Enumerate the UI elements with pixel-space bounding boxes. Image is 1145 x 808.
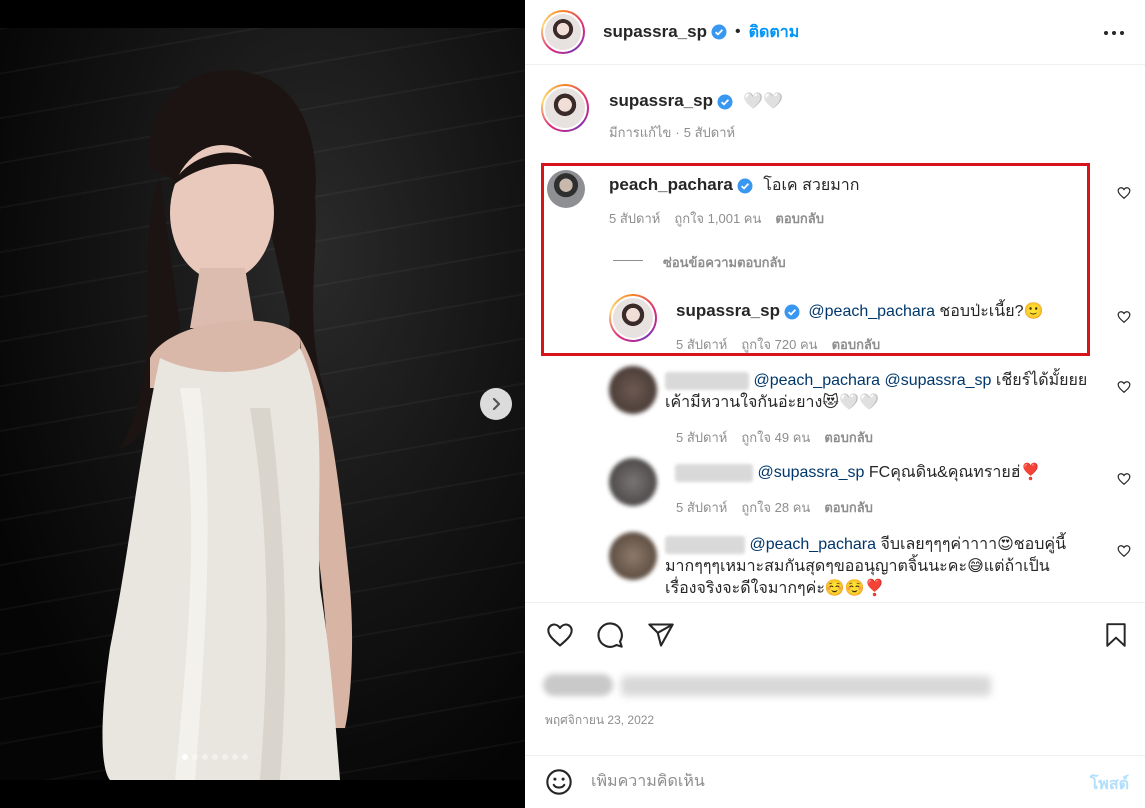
heart-icon[interactable] [1117, 544, 1131, 558]
post-caption: supassra_sp 🤍🤍 มีการแก้ไข · 5 สัปดาห์ [525, 84, 1145, 144]
author-avatar[interactable] [541, 10, 585, 54]
heart-icon[interactable] [1117, 472, 1131, 486]
reply-item: @peach_pachara @supassra_sp เชียร์ได้มั้… [525, 366, 1145, 446]
caption-text: 🤍🤍 [743, 93, 784, 110]
reply-time[interactable]: 5 สัปดาห์ [676, 430, 727, 445]
reply-item: @peach_pachara จีบเลยๆๆๆค่าาาา😍ชอบคู่นี้… [525, 532, 1145, 602]
carousel-dot [202, 754, 208, 760]
carousel-dot [222, 754, 228, 760]
reply-likes[interactable]: ถูกใจ 28 คน [741, 500, 810, 515]
caption-time[interactable]: 5 สัปดาห์ [684, 125, 735, 140]
reply-item: @supassra_sp FCคุณดิน&คุณทรายฮ่❣️ 5 สัปด… [525, 458, 1145, 518]
reply-text: FCคุณดิน&คุณทรายฮ่❣️ [864, 464, 1041, 481]
heart-icon[interactable] [1117, 380, 1131, 394]
author-username[interactable]: supassra_sp [603, 22, 707, 42]
reply-text-line2: มากๆๆๆเหมาะสมกันสุดๆขออนุญาตจิ้นนะคะ😅แต่… [665, 558, 1050, 575]
reply-mention[interactable]: @peach_pachara @supassra_sp [753, 372, 991, 389]
carousel-dot [232, 754, 238, 760]
comments-list: supassra_sp 🤍🤍 มีการแก้ไข · 5 สัปดาห์ peac… [525, 66, 1145, 602]
header-separator: • [734, 23, 741, 40]
carousel-dot [242, 754, 248, 760]
reply-avatar[interactable] [609, 366, 657, 414]
chevron-right-icon [492, 397, 501, 411]
photo-woman-in-white-dress [102, 69, 353, 780]
heart-icon[interactable] [1117, 186, 1131, 200]
blurred-username[interactable] [675, 463, 753, 482]
highlight-box [541, 163, 1090, 356]
post-date[interactable]: พฤศจิกายน 23, 2022 [545, 711, 654, 730]
bookmark-icon[interactable] [1103, 621, 1129, 649]
verified-badge-icon [717, 94, 733, 110]
post-photo[interactable] [0, 0, 525, 808]
blurred-username[interactable] [665, 535, 745, 554]
blurred-likes-summary [543, 668, 1003, 700]
post-details-panel: supassra_sp • ติดตาม supassra_sp 🤍🤍 มีกา… [525, 0, 1145, 808]
more-options-icon[interactable] [1103, 22, 1125, 44]
post-comment-button[interactable]: โพสต์ [1090, 772, 1129, 797]
meta-separator: · [675, 125, 680, 140]
next-photo-button[interactable] [480, 388, 512, 420]
reply-text-line2: เค้ามีหวานใจกันอ่ะยาง😻🤍🤍 [665, 394, 879, 411]
post-actions [525, 602, 1145, 658]
caption-username[interactable]: supassra_sp [609, 91, 713, 110]
reply-button[interactable]: ตอบกลับ [824, 500, 873, 515]
add-comment-bar: โพสต์ [525, 755, 1145, 808]
verified-badge-icon [711, 24, 727, 40]
comment-input[interactable] [591, 773, 1051, 791]
blurred-username[interactable] [665, 371, 749, 390]
reply-mention[interactable]: @peach_pachara [749, 536, 876, 553]
reply-mention[interactable]: @supassra_sp [757, 464, 864, 481]
share-icon[interactable] [647, 621, 675, 649]
reply-text: เชียร์ได้มั้ยยย [991, 372, 1088, 389]
carousel-dot [192, 754, 198, 760]
reply-likes[interactable]: ถูกใจ 49 คน [741, 430, 810, 445]
carousel-dot [182, 754, 188, 760]
follow-button[interactable]: ติดตาม [749, 20, 800, 45]
reply-time[interactable]: 5 สัปดาห์ [676, 500, 727, 515]
reply-button[interactable]: ตอบกลับ [824, 430, 873, 445]
reply-avatar[interactable] [609, 532, 657, 580]
comment-icon[interactable] [596, 621, 624, 649]
post-header: supassra_sp • ติดตาม [525, 0, 1145, 65]
reply-text-line3: เรื่องจริงจะดีใจมากๆค่ะ☺️☺️❣️ [665, 580, 885, 597]
reply-text: จีบเลยๆๆๆค่าาาา😍ชอบคู่นี้ [876, 536, 1067, 553]
heart-icon[interactable] [545, 621, 575, 649]
heart-icon[interactable] [1117, 310, 1131, 324]
caption-edited-label: มีการแก้ไข [609, 125, 672, 140]
caption-avatar[interactable] [541, 84, 589, 132]
carousel-dots [182, 754, 248, 760]
emoji-icon[interactable] [545, 768, 573, 796]
carousel-dot [212, 754, 218, 760]
reply-avatar[interactable] [609, 458, 657, 506]
